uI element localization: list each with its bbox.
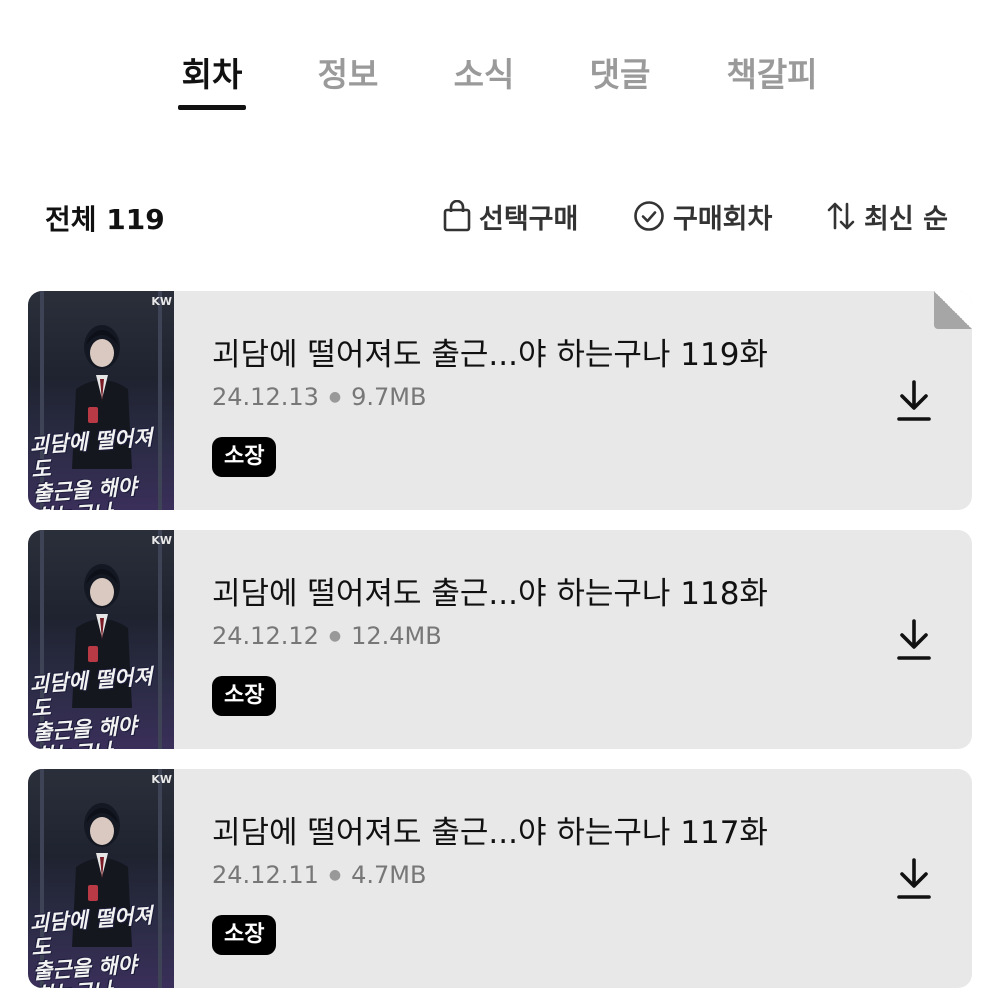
tab-bar: 회차 정보 소식 댓글 책갈피 bbox=[0, 50, 1000, 110]
episode-thumbnail: KW 괴담에 떨어져도 출근을 해야 하는구나 bbox=[28, 291, 174, 510]
episode-item[interactable]: KW 괴담에 떨어져도 출근을 해야 하는구나 괴담에 떨어져도 출근...야 … bbox=[28, 769, 972, 988]
download-button[interactable] bbox=[896, 379, 932, 423]
download-button[interactable] bbox=[896, 618, 932, 662]
episode-item[interactable]: KW 괴담에 떨어져도 출근을 해야 하는구나 괴담에 떨어져도 출근...야 … bbox=[28, 530, 972, 749]
shopping-bag-icon bbox=[443, 200, 471, 232]
separator-dot: ● bbox=[328, 867, 342, 883]
tab-info[interactable]: 정보 bbox=[314, 50, 382, 110]
check-circle-icon bbox=[633, 200, 665, 232]
episode-file-size: 12.4MB bbox=[351, 622, 442, 650]
episode-meta: 24.12.12 ● 12.4MB bbox=[212, 622, 442, 650]
new-episode-corner-fold bbox=[934, 291, 972, 329]
episode-date: 24.12.11 bbox=[212, 861, 319, 889]
episode-title: 괴담에 떨어져도 출근...야 하는구나 118화 bbox=[212, 576, 768, 612]
tab-comments[interactable]: 댓글 bbox=[586, 50, 654, 110]
owned-badge: 소장 bbox=[212, 915, 277, 955]
download-icon bbox=[897, 619, 931, 660]
list-toolbar: 전체 119 선택구매 구매회차 최신 순 bbox=[0, 190, 1000, 240]
episode-meta: 24.12.11 ● 4.7MB bbox=[212, 861, 426, 889]
publisher-mark: KW bbox=[151, 295, 172, 308]
purchased-episodes-label: 구매회차 bbox=[673, 203, 773, 235]
episode-item[interactable]: KW 괴담에 떨어져도 출근을 해야 하는구나 괴담에 떨어져도 출근...야 … bbox=[28, 291, 972, 510]
cover-title-text: 괴담에 떨어져도 출근을 해야 하는구나 bbox=[28, 664, 154, 749]
episode-date: 24.12.13 bbox=[212, 383, 319, 411]
episode-title: 괴담에 떨어져도 출근...야 하는구나 119화 bbox=[212, 337, 768, 373]
episode-file-size: 4.7MB bbox=[351, 861, 427, 889]
sort-label: 최신 순 bbox=[864, 203, 948, 235]
tab-bookmarks[interactable]: 책갈피 bbox=[722, 50, 822, 110]
download-icon bbox=[897, 380, 931, 421]
separator-dot: ● bbox=[328, 628, 342, 644]
episode-file-size: 9.7MB bbox=[351, 383, 427, 411]
cover-title-text: 괴담에 떨어져도 출근을 해야 하는구나 bbox=[28, 903, 154, 988]
episode-title: 괴담에 떨어져도 출근...야 하는구나 117화 bbox=[212, 815, 768, 851]
sort-arrows-icon bbox=[826, 200, 856, 232]
episode-meta: 24.12.13 ● 9.7MB bbox=[212, 383, 426, 411]
publisher-mark: KW bbox=[151, 773, 172, 786]
episode-thumbnail: KW 괴담에 떨어져도 출근을 해야 하는구나 bbox=[28, 530, 174, 749]
publisher-mark: KW bbox=[151, 534, 172, 547]
episode-thumbnail: KW 괴담에 떨어져도 출근을 해야 하는구나 bbox=[28, 769, 174, 988]
owned-badge: 소장 bbox=[212, 437, 277, 477]
sort-button[interactable]: 최신 순 bbox=[826, 196, 948, 236]
purchased-episodes-button[interactable]: 구매회차 bbox=[633, 196, 772, 236]
owned-badge: 소장 bbox=[212, 676, 277, 716]
download-icon bbox=[897, 858, 931, 899]
select-purchase-button[interactable]: 선택구매 bbox=[443, 196, 578, 236]
separator-dot: ● bbox=[328, 389, 342, 405]
tab-episodes[interactable]: 회차 bbox=[178, 50, 246, 110]
episode-list: KW 괴담에 떨어져도 출근을 해야 하는구나 괴담에 떨어져도 출근...야 … bbox=[28, 291, 972, 1008]
episode-total-count: 전체 119 bbox=[45, 203, 165, 236]
episode-date: 24.12.12 bbox=[212, 622, 319, 650]
cover-title-text: 괴담에 떨어져도 출근을 해야 하는구나 bbox=[28, 425, 154, 510]
select-purchase-label: 선택구매 bbox=[479, 203, 579, 235]
tab-news[interactable]: 소식 bbox=[450, 50, 518, 110]
download-button[interactable] bbox=[896, 857, 932, 901]
